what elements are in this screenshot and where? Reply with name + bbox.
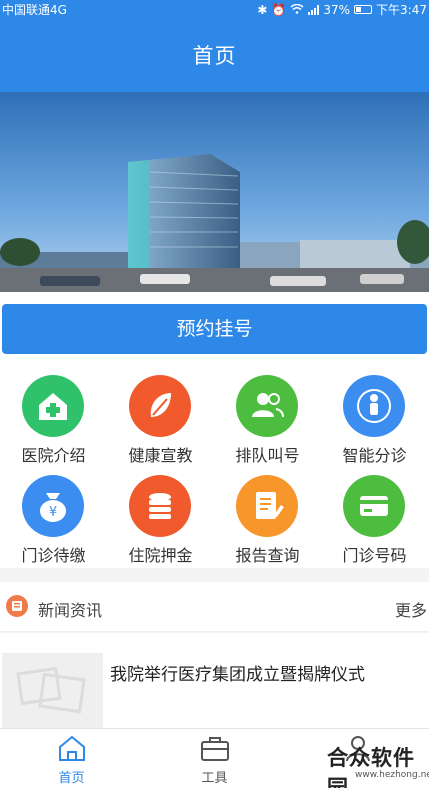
grid-item-label: 报告查询 [235, 546, 300, 565]
report-icon [236, 475, 298, 537]
grid-item-label: 门诊待缴 [21, 546, 86, 565]
news-more-link[interactable]: 更多 [395, 597, 427, 621]
grid-item-hospital-intro[interactable]: 医院介绍 [0, 370, 107, 468]
grid-item-label: 健康宣教 [128, 446, 193, 465]
grid-item-inpatient-deposit[interactable]: 住院押金 [107, 470, 214, 568]
tab-tools[interactable]: 工具 [143, 729, 286, 788]
grid-item-label: 智能分诊 [342, 446, 407, 465]
status-right: ✱ ⏰ 37% 下午3:47 [257, 1, 427, 18]
grid-item-label: 住院押金 [128, 546, 193, 565]
news-header: 新闻资讯 更多 [0, 582, 429, 632]
grid-item-outpatient-number[interactable]: 门诊号码 [321, 470, 428, 568]
news-list-item[interactable]: 我院举行医疗集团成立暨揭牌仪式 [0, 633, 429, 728]
watermark-text: 合众软件园 [327, 746, 415, 788]
tab-label: 工具 [201, 771, 228, 786]
grid-item-outpatient-payment[interactable]: ¥ 门诊待缴 [0, 470, 107, 568]
card-icon [343, 475, 405, 537]
toolbox-icon [199, 733, 231, 763]
hospital-icon [22, 375, 84, 437]
banner-image[interactable] [0, 92, 429, 292]
watermark: 合众软件园 www.hezhong.net [295, 742, 429, 788]
book-appointment-button[interactable]: 预约挂号 [2, 304, 427, 354]
grid-item-queue-call[interactable]: 排队叫号 [214, 370, 321, 468]
money-bag-icon: ¥ [22, 475, 84, 537]
newspaper-icon [6, 595, 28, 617]
carrier-name: 中国联通4G [2, 3, 67, 17]
grid-item-label: 医院介绍 [21, 446, 86, 465]
coins-icon [129, 475, 191, 537]
news-section-title: 新闻资讯 [38, 601, 103, 620]
grid-item-smart-triage[interactable]: 智能分诊 [321, 370, 428, 468]
grid-item-report-query[interactable]: 报告查询 [214, 470, 321, 568]
wifi-icon [290, 3, 304, 17]
signal-icon [308, 4, 320, 15]
news-title: 我院举行医疗集团成立暨揭牌仪式 [110, 665, 365, 685]
grid-item-health-education[interactable]: 健康宣教 [107, 370, 214, 468]
tab-label: 首页 [58, 771, 85, 786]
top-bar: 中国联通4G ✱ ⏰ 37% 下午3:47 首页 [0, 0, 429, 92]
clock: 下午3:47 [376, 3, 427, 17]
grid-item-label: 门诊号码 [342, 546, 407, 565]
bluetooth-icon: ✱ [257, 2, 268, 17]
leaf-icon [129, 375, 191, 437]
book-section: 预约挂号 [0, 292, 429, 370]
feature-grid: 医院介绍 健康宣教 排队叫号 智能分诊 ¥ 门诊待缴 住院押金 报告查询 门诊号… [0, 370, 429, 568]
grid-item-label: 排队叫号 [235, 446, 300, 465]
svg-text:¥: ¥ [49, 505, 57, 520]
home-icon [56, 733, 88, 763]
person-signal-icon [343, 375, 405, 437]
alarm-icon: ⏰ [271, 2, 287, 17]
page-title: 首页 [192, 44, 237, 68]
watermark-url: www.hezhong.net [355, 770, 429, 780]
battery-icon [354, 5, 373, 14]
battery-percent: 37% [323, 2, 351, 17]
tab-home[interactable]: 首页 [0, 729, 143, 788]
status-bar: 中国联通4G ✱ ⏰ 37% 下午3:47 [0, 0, 429, 18]
people-icon [236, 375, 298, 437]
news-thumbnail-placeholder-icon [2, 653, 103, 728]
